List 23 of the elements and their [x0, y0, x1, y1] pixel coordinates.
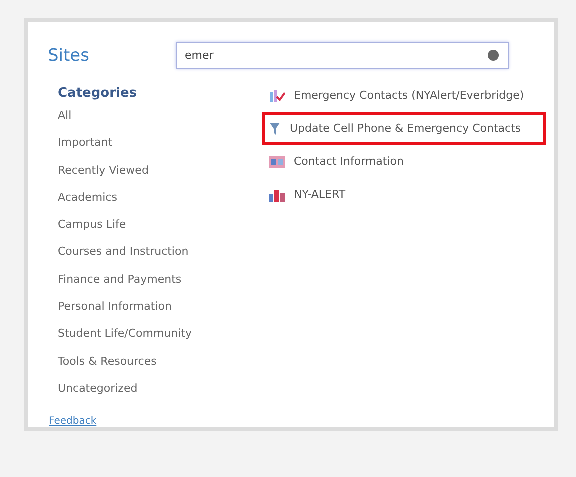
category-item[interactable]: Student Life/Community	[58, 324, 262, 352]
category-item[interactable]: Personal Information	[58, 297, 262, 324]
category-item[interactable]: Tools & Resources	[58, 352, 262, 379]
site-link[interactable]: Emergency Contacts (NYAlert/Everbridge)	[262, 79, 546, 112]
funnel-icon	[269, 122, 281, 136]
category-item[interactable]: Recently Viewed	[58, 160, 262, 188]
site-link[interactable]: Contact Information	[262, 145, 546, 178]
category-item[interactable]: Academics	[58, 188, 262, 216]
feedback-link[interactable]: Feedback	[49, 416, 97, 428]
category-item[interactable]: Courses and Instruction	[58, 242, 262, 270]
checklist-icon	[269, 88, 285, 102]
category-item[interactable]: Uncategorized	[58, 378, 262, 406]
building-icon	[269, 188, 285, 202]
category-item[interactable]: All	[58, 106, 262, 134]
category-item[interactable]: Finance and Payments	[58, 270, 262, 298]
site-link[interactable]: Update Cell Phone & Emergency Contacts	[262, 112, 546, 145]
category-item[interactable]: Campus Life	[58, 215, 262, 242]
categories-heading: Categories	[58, 86, 138, 101]
search-field[interactable]: emer	[176, 42, 509, 69]
contact-card-icon	[269, 156, 285, 168]
sites-title: Sites	[48, 46, 90, 66]
site-link[interactable]: NY-ALERT	[262, 178, 546, 211]
category-item[interactable]: Important	[58, 133, 262, 161]
